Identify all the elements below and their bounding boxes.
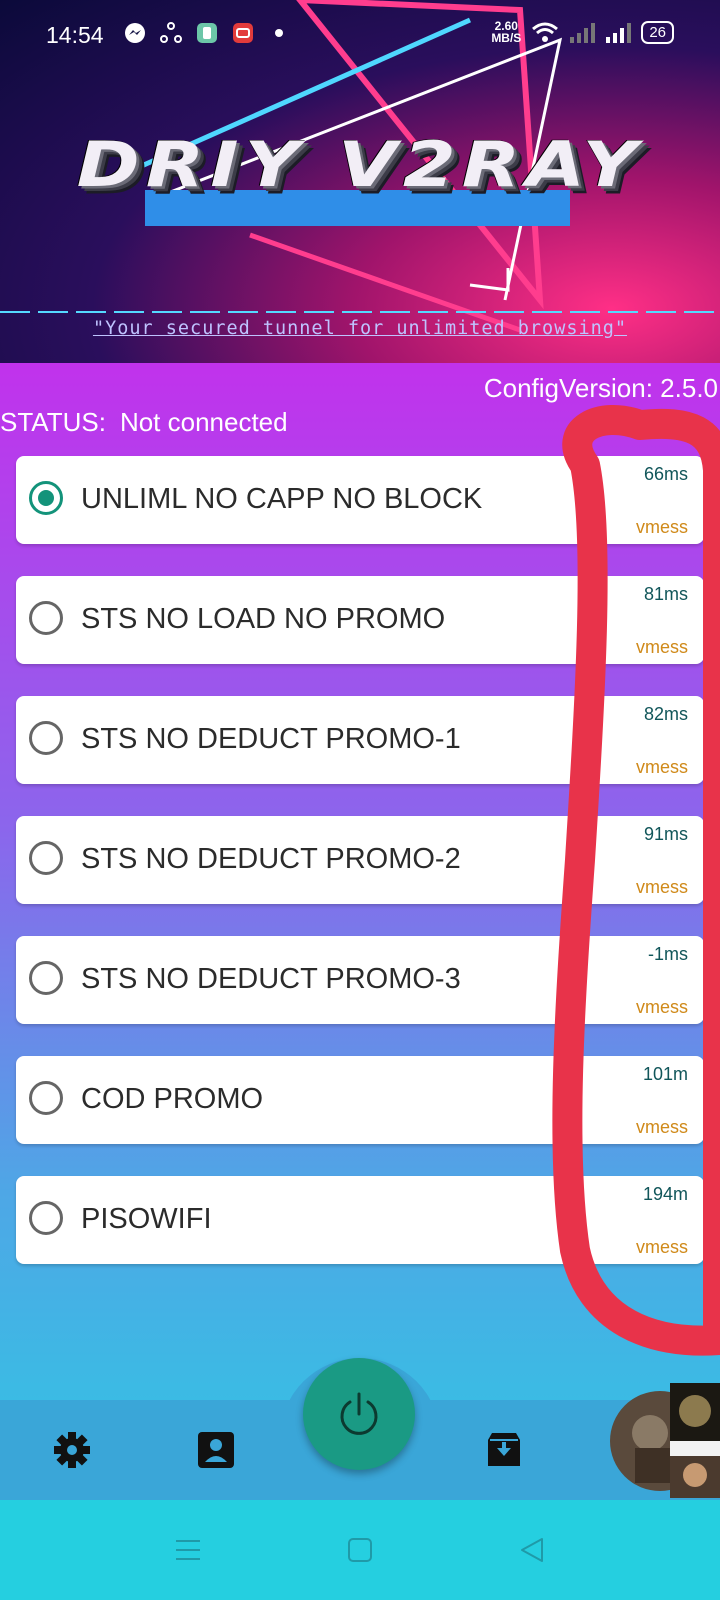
notification-icons [124,22,290,44]
server-item[interactable]: STS NO DEDUCT PROMO-1 82ms vmess [16,696,704,784]
power-icon [340,1392,378,1435]
banner-tagline: "Your secured tunnel for unlimited brows… [92,318,628,339]
system-status-bar: 14:54 2.60 MB/S 26 [0,0,720,70]
server-item[interactable]: STS NO LOAD NO PROMO 81ms vmess [16,576,704,664]
connection-status: STATUS: Not connected [0,407,288,438]
battery-indicator: 26 [641,20,674,44]
radio-button[interactable] [29,1201,63,1235]
server-protocol: vmess [635,637,688,657]
server-item[interactable]: STS NO DEDUCT PROMO-3 -1ms vmess [16,936,704,1024]
config-version: ConfigVersion: 2.5.0 [483,373,718,403]
share-icon [160,22,182,43]
server-ping: 66ms [643,464,688,484]
server-name: UNLIML NO CAPP NO BLOCK [81,483,483,515]
system-nav-bar [0,1500,720,1600]
power-button[interactable] [303,1358,415,1470]
contact-icon [198,1432,234,1468]
radio-button[interactable] [29,961,63,995]
banner-title: DRIY V2RAY [76,128,644,201]
server-protocol: vmess [635,877,688,897]
server-protocol: vmess [635,1237,688,1257]
archive-button[interactable] [482,1428,526,1472]
dot-icon [275,29,283,37]
server-protocol: vmess [635,997,688,1017]
server-item[interactable]: STS NO DEDUCT PROMO-2 91ms vmess [16,816,704,904]
server-ping: -1ms [648,944,688,964]
server-name: STS NO DEDUCT PROMO-2 [81,843,461,875]
back-icon[interactable] [518,1536,546,1564]
server-name: COD PROMO [81,1083,264,1115]
status-value: Not connected [119,407,288,437]
radio-button-selected[interactable] [29,481,63,515]
screen-record-icon [233,23,253,43]
radio-button[interactable] [29,1081,63,1115]
wifi-icon [532,22,559,42]
server-protocol: vmess [635,757,688,777]
server-ping: 82ms [643,704,688,724]
status-right: 2.60 MB/S 26 [491,20,674,44]
settings-button[interactable] [50,1428,94,1472]
server-name: STS NO DEDUCT PROMO-1 [81,723,461,755]
archive-download-icon [488,1433,520,1466]
radio-button[interactable] [29,721,63,755]
server-list: UNLIML NO CAPP NO BLOCK 66ms vmess STS N… [16,456,704,1296]
radio-button[interactable] [29,841,63,875]
server-ping: 81ms [643,584,688,604]
server-ping: 91ms [643,824,688,844]
server-ping: 101m [642,1064,688,1084]
server-protocol: vmess [635,517,688,537]
messenger-icon [125,23,145,43]
server-item[interactable]: COD PROMO 101m vmess [16,1056,704,1144]
server-name: PISOWIFI [81,1203,212,1235]
server-item[interactable]: UNLIML NO CAPP NO BLOCK 66ms vmess [16,456,704,544]
server-protocol: vmess [635,1117,688,1137]
radio-button[interactable] [29,601,63,635]
server-name: STS NO LOAD NO PROMO [81,603,446,635]
avatar-collage[interactable] [610,1383,720,1498]
clock: 14:54 [46,22,104,48]
avatar-images [610,1383,720,1498]
net-speed: 2.60 MB/S [491,20,521,44]
server-item[interactable]: PISOWIFI 194m vmess [16,1176,704,1264]
net-speed-unit: MB/S [491,31,522,45]
server-name: STS NO DEDUCT PROMO-3 [81,963,461,995]
menu-icon[interactable] [174,1536,202,1564]
home-icon[interactable] [346,1536,374,1564]
server-ping: 194m [642,1184,688,1204]
app-icon [197,23,217,43]
gear-icon [54,1432,90,1468]
status-label: STATUS: [0,407,106,437]
contact-button[interactable] [194,1428,238,1472]
main-content: ConfigVersion: 2.5.0 STATUS: Not connecte… [0,363,720,1400]
signal-icon-2 [606,23,632,43]
signal-icon-1 [570,23,596,43]
